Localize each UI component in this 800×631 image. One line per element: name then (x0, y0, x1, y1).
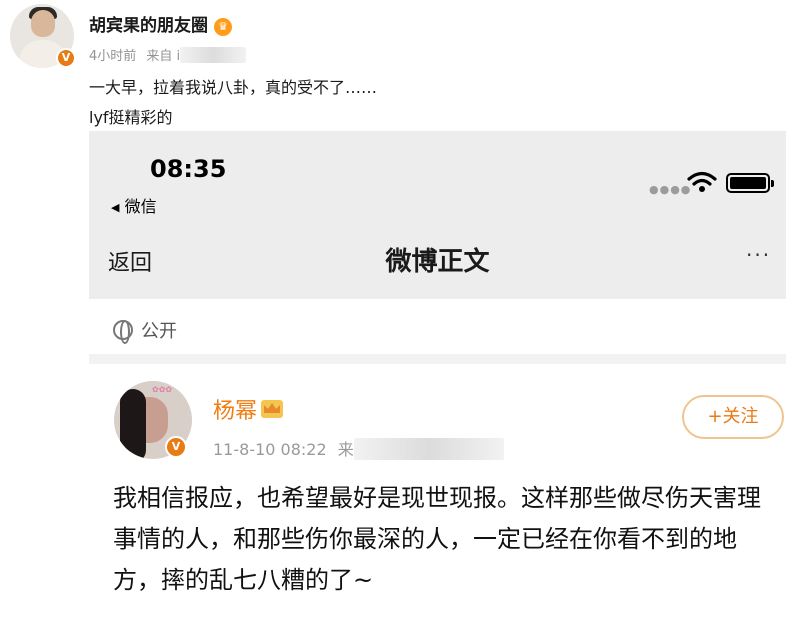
follow-button[interactable]: +关注 (682, 395, 784, 439)
more-options-icon[interactable]: ··· (746, 243, 771, 267)
inner-author-name-text: 杨幂 (213, 399, 258, 424)
member-crown-icon: ♛ (214, 18, 232, 36)
avatar-hair (120, 389, 146, 459)
embedded-screenshot[interactable]: 08:35 ◀ 微信 ●●●● 返回 微博正文 ··· 公开 ✿✿✿ V 杨幂 … (89, 131, 786, 616)
inner-post-time: 11-8-10 08:22 (213, 440, 327, 459)
post-time: 4小时前 (89, 49, 137, 64)
back-triangle-icon: ◀ (111, 201, 120, 214)
avatar-face (31, 10, 55, 37)
avatar-decoration: ✿✿✿ (152, 385, 173, 394)
globe-icon (113, 320, 133, 344)
visibility-label: 公开 (141, 321, 177, 342)
post-meta: 4小时前 来自 i (89, 45, 247, 64)
verified-icon: V (165, 436, 187, 458)
post-source: 来自 i (146, 49, 181, 64)
author-name-text: 胡宾果的朋友圈 (89, 16, 208, 36)
status-time: 08:35 (150, 155, 227, 183)
blurred-source (180, 47, 247, 63)
visibility-row: 公开 (113, 317, 177, 344)
inner-author-name[interactable]: 杨幂 (213, 393, 284, 425)
author-name[interactable]: 胡宾果的朋友圈 ♛ (89, 11, 232, 36)
wifi-icon (687, 171, 717, 192)
inner-post-source: 来 (337, 440, 354, 459)
battery-icon (726, 173, 774, 193)
blurred-source (353, 438, 504, 460)
inner-post-text: 我相信报应，也希望最好是现世现报。这样那些做尽伤天害理事情的人，和那些伤你最深的… (113, 484, 761, 594)
section-divider (89, 354, 786, 364)
signal-icon: ●●●● (649, 183, 692, 196)
back-to-app: ◀ 微信 (111, 193, 157, 217)
vip-crown-icon (261, 400, 284, 418)
verified-icon: V (56, 48, 76, 68)
post-text-line-1: 一大早，拉着我说八卦，真的受不了…… (89, 78, 378, 97)
post-text-line-2: lyf挺精彩的 (89, 108, 173, 127)
inner-post-meta: 11-8-10 08:22 来 (213, 436, 504, 460)
back-app-label: 微信 (124, 197, 157, 216)
nav-title: 微博正文 (385, 247, 490, 277)
